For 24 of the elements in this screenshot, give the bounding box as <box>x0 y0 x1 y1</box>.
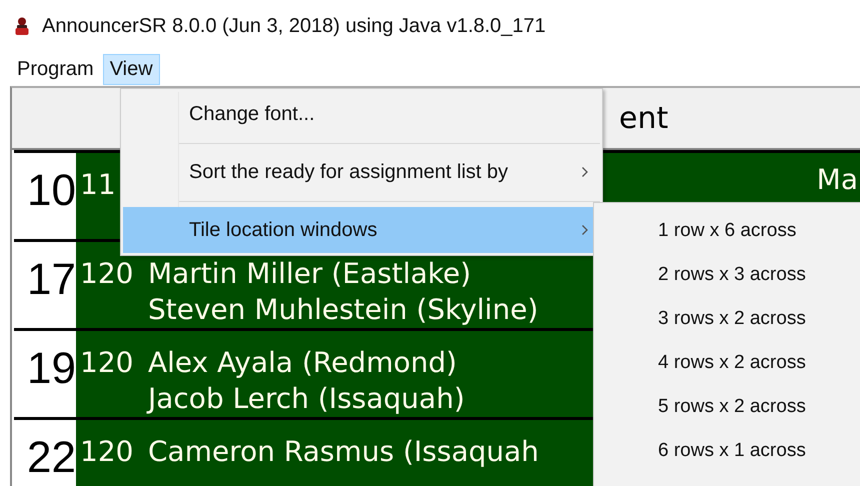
name-text: Ma <box>816 162 859 198</box>
name-text: Alex Ayala (Redmond) <box>148 346 457 378</box>
menu-item[interactable]: Program <box>10 54 101 84</box>
menu-item[interactable]: View <box>102 54 160 84</box>
menu-item[interactable]: Sort the ready for assignment list by <box>123 149 593 195</box>
figure-icon <box>14 17 30 35</box>
header-text: ent <box>619 100 668 136</box>
menu-item[interactable]: Tile location windows <box>123 207 593 253</box>
menu-item[interactable]: Change font... <box>123 91 593 137</box>
menu-item[interactable]: 4 rows x 2 across <box>594 341 816 385</box>
menu-item[interactable]: 5 rows x 2 across <box>594 385 816 429</box>
score-text: 120 <box>79 434 134 468</box>
menu-item[interactable]: 6 rows x 1 across <box>594 429 816 473</box>
name-text: Steven Muhlestein (Skyline) <box>148 292 538 326</box>
score-text: 120 <box>79 256 134 290</box>
menu-item[interactable]: 1 row x 6 across <box>594 209 806 253</box>
name-text: Jacob Lerch (Issaquah) <box>148 382 465 414</box>
score-text: 120 <box>79 346 134 378</box>
score-text: 11 <box>79 168 117 200</box>
name-text: Martin Miller (Eastlake) <box>148 256 472 290</box>
name-text: Cameron Rasmus (Issaquah <box>148 434 539 468</box>
menu-item[interactable]: 2 rows x 3 across <box>594 253 816 297</box>
menu-item[interactable]: 3 rows x 2 across <box>594 297 816 341</box>
window-title: AnnouncerSR 8.0.0 (Jun 3, 2018) using Java v1.8.0_171 <box>42 14 546 38</box>
